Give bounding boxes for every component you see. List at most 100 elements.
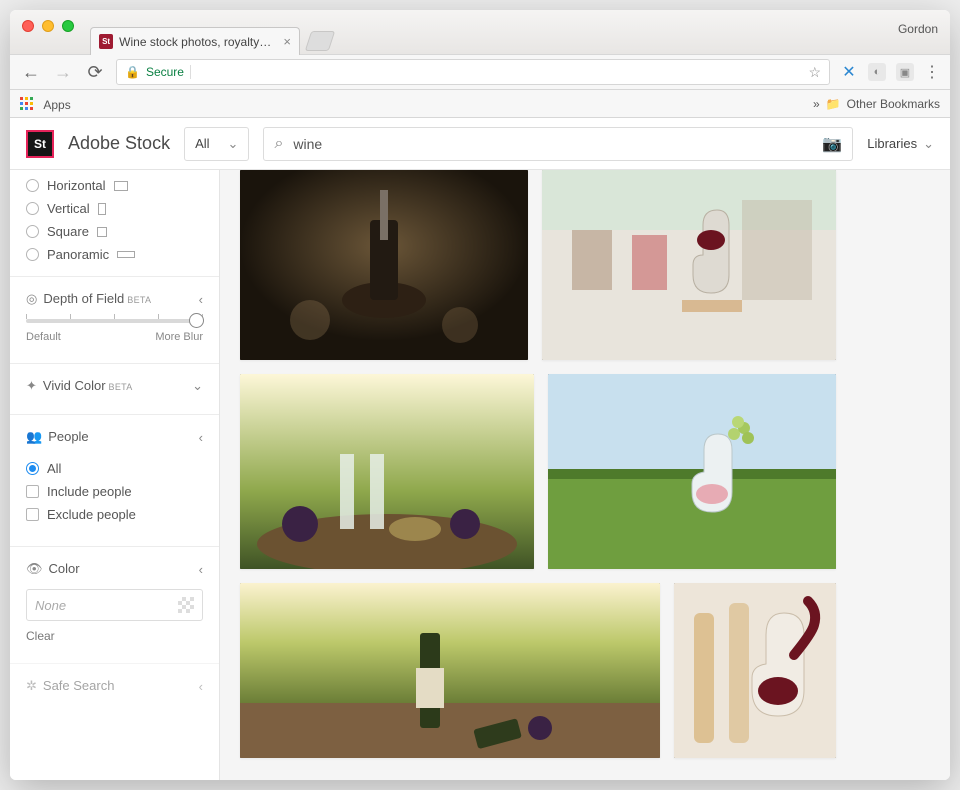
- filter-section-vivid-color: ✦Vivid ColorBETA ⌄: [10, 363, 219, 404]
- apps-label: Apps: [43, 98, 70, 112]
- folder-icon: 📁: [826, 97, 841, 111]
- lock-icon: 🔒: [125, 65, 140, 79]
- search-input[interactable]: [293, 136, 812, 152]
- bookmarks-overflow[interactable]: »: [813, 97, 820, 111]
- asset-type-filter[interactable]: All ⌄: [184, 127, 249, 161]
- browser-menu-icon[interactable]: ⋮: [924, 62, 940, 82]
- bookmarks-bar: Apps » 📁 Other Bookmarks: [10, 90, 950, 118]
- panoramic-icon: [117, 251, 135, 258]
- apps-shortcut[interactable]: Apps: [20, 95, 71, 112]
- section-title: Depth of Field: [43, 291, 124, 306]
- orientation-option-horizontal[interactable]: Horizontal: [10, 174, 219, 197]
- color-input[interactable]: None: [26, 589, 203, 621]
- aperture-icon: ◎: [26, 291, 37, 306]
- people-option-exclude[interactable]: Exclude people: [26, 503, 203, 526]
- filter-section-people: 👥 People ‹ All Include people Exclude peo…: [10, 414, 219, 536]
- section-title: Safe Search: [43, 678, 115, 693]
- color-swatch-icon: [178, 597, 194, 613]
- orientation-option-square[interactable]: Square: [10, 220, 219, 243]
- result-thumbnail[interactable]: [240, 583, 660, 758]
- divider: [190, 65, 191, 79]
- tab-title: Wine stock photos, royalty-fr…: [119, 35, 273, 49]
- color-placeholder: None: [35, 598, 66, 613]
- close-tab-icon[interactable]: ×: [283, 34, 291, 49]
- square-icon: [97, 227, 107, 237]
- omnibox[interactable]: 🔒 Secure ☆: [116, 59, 830, 85]
- browser-tabstrip: St Wine stock photos, royalty-fr… × Gord…: [10, 10, 950, 54]
- libraries-label: Libraries: [867, 136, 917, 151]
- option-label: Square: [47, 224, 89, 239]
- result-thumbnail[interactable]: [240, 374, 534, 569]
- slider-min-label: Default: [26, 331, 61, 343]
- chevron-down-icon: ⌄: [923, 136, 934, 152]
- slider-knob[interactable]: [189, 313, 204, 328]
- section-header[interactable]: ◎ Depth of FieldBETA ‹: [26, 291, 203, 307]
- new-tab-button[interactable]: [305, 31, 335, 51]
- people-icon: 👥: [26, 429, 42, 444]
- browser-tab[interactable]: St Wine stock photos, royalty-fr… ×: [90, 27, 300, 55]
- eye-icon: 👁: [26, 561, 43, 576]
- results-grid: [220, 170, 950, 780]
- secure-label: Secure: [146, 65, 184, 79]
- reload-button[interactable]: ⟳: [84, 62, 106, 83]
- extension-icon[interactable]: ◐: [868, 63, 886, 81]
- section-title: People: [48, 429, 88, 444]
- search-icon: ⌕: [274, 135, 283, 153]
- favicon-icon: St: [99, 34, 113, 49]
- option-label: All: [47, 461, 61, 476]
- people-option-all[interactable]: All: [26, 457, 203, 480]
- orientation-option-panoramic[interactable]: Panoramic: [10, 243, 219, 266]
- page-header: St Adobe Stock All ⌄ ⌕ 📷 Libraries ⌄: [10, 118, 950, 170]
- result-thumbnail[interactable]: [542, 170, 836, 360]
- adobe-stock-logo[interactable]: St: [26, 130, 54, 158]
- chevron-down-icon: ⌄: [228, 136, 239, 152]
- back-button[interactable]: ←: [20, 62, 42, 83]
- forward-button[interactable]: →: [52, 62, 74, 83]
- section-header[interactable]: 👁 Color ‹: [26, 561, 203, 577]
- section-header[interactable]: ✲Safe Search ‹: [26, 678, 203, 694]
- beta-badge: BETA: [127, 295, 151, 305]
- slider-max-label: More Blur: [155, 331, 203, 343]
- shield-icon: ✲: [26, 678, 37, 693]
- extension-icon[interactable]: ▣: [896, 63, 914, 81]
- section-header[interactable]: ✦Vivid ColorBETA ⌄: [26, 378, 203, 394]
- chevron-left-icon: ‹: [199, 430, 203, 445]
- result-thumbnail[interactable]: [240, 170, 528, 360]
- section-title: Color: [49, 561, 80, 576]
- option-label: Vertical: [47, 201, 90, 216]
- clear-color[interactable]: Clear: [26, 629, 203, 643]
- blur-slider[interactable]: [26, 319, 203, 323]
- vertical-icon: [98, 203, 106, 215]
- chevron-down-icon: ⌄: [192, 378, 203, 394]
- zoom-window-button[interactable]: [62, 20, 74, 32]
- filter-sidebar: Horizontal Vertical Square Panoramic ◎ De…: [10, 170, 220, 780]
- section-header[interactable]: 👥 People ‹: [26, 429, 203, 445]
- filter-section-color: 👁 Color ‹ None Clear: [10, 546, 219, 653]
- result-thumbnail[interactable]: [548, 374, 836, 569]
- star-icon[interactable]: ☆: [808, 64, 821, 81]
- close-window-button[interactable]: [22, 20, 34, 32]
- filter-section-safe-search: ✲Safe Search ‹: [10, 663, 219, 704]
- people-option-include[interactable]: Include people: [26, 480, 203, 503]
- other-bookmarks[interactable]: Other Bookmarks: [847, 97, 940, 111]
- orientation-option-vertical[interactable]: Vertical: [10, 197, 219, 220]
- sparkle-icon: ✦: [26, 378, 37, 393]
- option-label: Exclude people: [47, 507, 136, 522]
- window-controls: [10, 10, 86, 42]
- apps-icon: [20, 97, 34, 111]
- horizontal-icon: [114, 181, 128, 191]
- camera-icon[interactable]: 📷: [822, 134, 842, 154]
- filter-section-depth-of-field: ◎ Depth of FieldBETA ‹ Default More Blur: [10, 276, 219, 353]
- profile-name[interactable]: Gordon: [898, 22, 938, 36]
- chevron-left-icon: ‹: [199, 292, 203, 307]
- option-label: Include people: [47, 484, 132, 499]
- brand-name: Adobe Stock: [68, 133, 170, 154]
- libraries-menu[interactable]: Libraries ⌄: [867, 136, 934, 152]
- minimize-window-button[interactable]: [42, 20, 54, 32]
- section-title: Vivid Color: [43, 378, 106, 393]
- extension-icon[interactable]: ✕: [840, 63, 858, 81]
- search-box[interactable]: ⌕ 📷: [263, 127, 853, 161]
- address-bar: ← → ⟳ 🔒 Secure ☆ ✕ ◐ ▣ ⋮: [10, 54, 950, 90]
- chevron-left-icon: ‹: [199, 562, 203, 577]
- result-thumbnail[interactable]: [674, 583, 836, 758]
